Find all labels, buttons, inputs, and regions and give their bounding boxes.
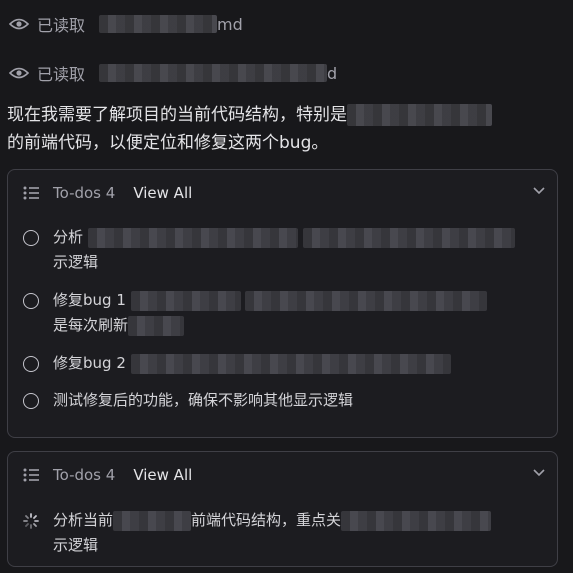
file-name[interactable]: md <box>99 15 243 34</box>
chevron-down-icon[interactable] <box>533 468 545 478</box>
redacted-text <box>113 510 192 531</box>
todos-header: To-dos 4 View All <box>8 170 557 216</box>
todos-card-2: To-dos 4 View All 分析当前 前端代码结构，重点关 示逻辑 <box>7 451 558 567</box>
eye-icon <box>9 67 29 79</box>
redacted-text <box>87 227 298 248</box>
todos-title: To-dos 4 <box>53 184 116 202</box>
redacted-filename <box>99 15 218 33</box>
todo-item[interactable]: 测试修复后的功能，确保不影响其他显示逻辑 <box>8 388 557 413</box>
assistant-message: 现在我需要了解项目的当前代码结构，特别是 的前端代码，以便定位和修复这两个bug… <box>7 101 567 157</box>
pending-circle-icon[interactable] <box>23 356 39 372</box>
todo-item[interactable]: 分析当前 前端代码结构，重点关 示逻辑 <box>8 508 557 558</box>
eye-icon <box>9 18 29 30</box>
redacted-filename <box>99 64 328 82</box>
todo-text: 测试修复后的功能，确保不影响其他显示逻辑 <box>53 391 354 409</box>
todos-header: To-dos 4 View All <box>8 452 557 498</box>
todo-item[interactable]: 修复bug 2 <box>8 351 557 376</box>
list-icon <box>23 468 39 482</box>
view-all-link[interactable]: View All <box>133 184 192 202</box>
read-file-row-1[interactable]: 已读取 md <box>9 12 243 36</box>
redacted-text <box>347 104 492 126</box>
todo-text: 修复bug 2 <box>53 351 541 376</box>
message-line-1: 现在我需要了解项目的当前代码结构，特别是 <box>7 101 567 129</box>
redacted-text <box>128 315 185 336</box>
message-line-2: 的前端代码，以便定位和修复这两个bug。 <box>7 133 329 153</box>
read-label: 已读取 <box>37 16 86 35</box>
file-suffix: md <box>217 14 243 34</box>
redacted-text <box>245 290 488 311</box>
read-file-row-2[interactable]: 已读取 d <box>9 61 337 85</box>
todo-text: 分析 示逻辑 <box>53 225 541 275</box>
todo-item[interactable]: 分析 示逻辑 <box>8 225 557 275</box>
pending-circle-icon[interactable] <box>23 393 39 409</box>
todos-title: To-dos 4 <box>53 466 116 484</box>
chevron-down-icon[interactable] <box>533 186 545 196</box>
pending-circle-icon[interactable] <box>23 230 39 246</box>
read-label: 已读取 <box>37 65 86 84</box>
todos-card-1: To-dos 4 View All 分析 示逻辑 修复bug 1 是每次刷新 修… <box>7 169 558 438</box>
pending-circle-icon[interactable] <box>23 293 39 309</box>
redacted-text <box>341 510 492 531</box>
list-icon <box>23 186 39 200</box>
todo-item[interactable]: 修复bug 1 是每次刷新 <box>8 288 557 338</box>
view-all-link[interactable]: View All <box>133 466 192 484</box>
todo-text: 修复bug 1 是每次刷新 <box>53 288 541 338</box>
redacted-text <box>130 353 451 374</box>
redacted-text <box>302 227 515 248</box>
todo-text: 分析当前 前端代码结构，重点关 示逻辑 <box>53 508 541 558</box>
file-name[interactable]: d <box>99 64 337 83</box>
redacted-text <box>130 290 241 311</box>
loading-spinner-icon <box>23 513 39 529</box>
file-suffix: d <box>327 63 338 83</box>
